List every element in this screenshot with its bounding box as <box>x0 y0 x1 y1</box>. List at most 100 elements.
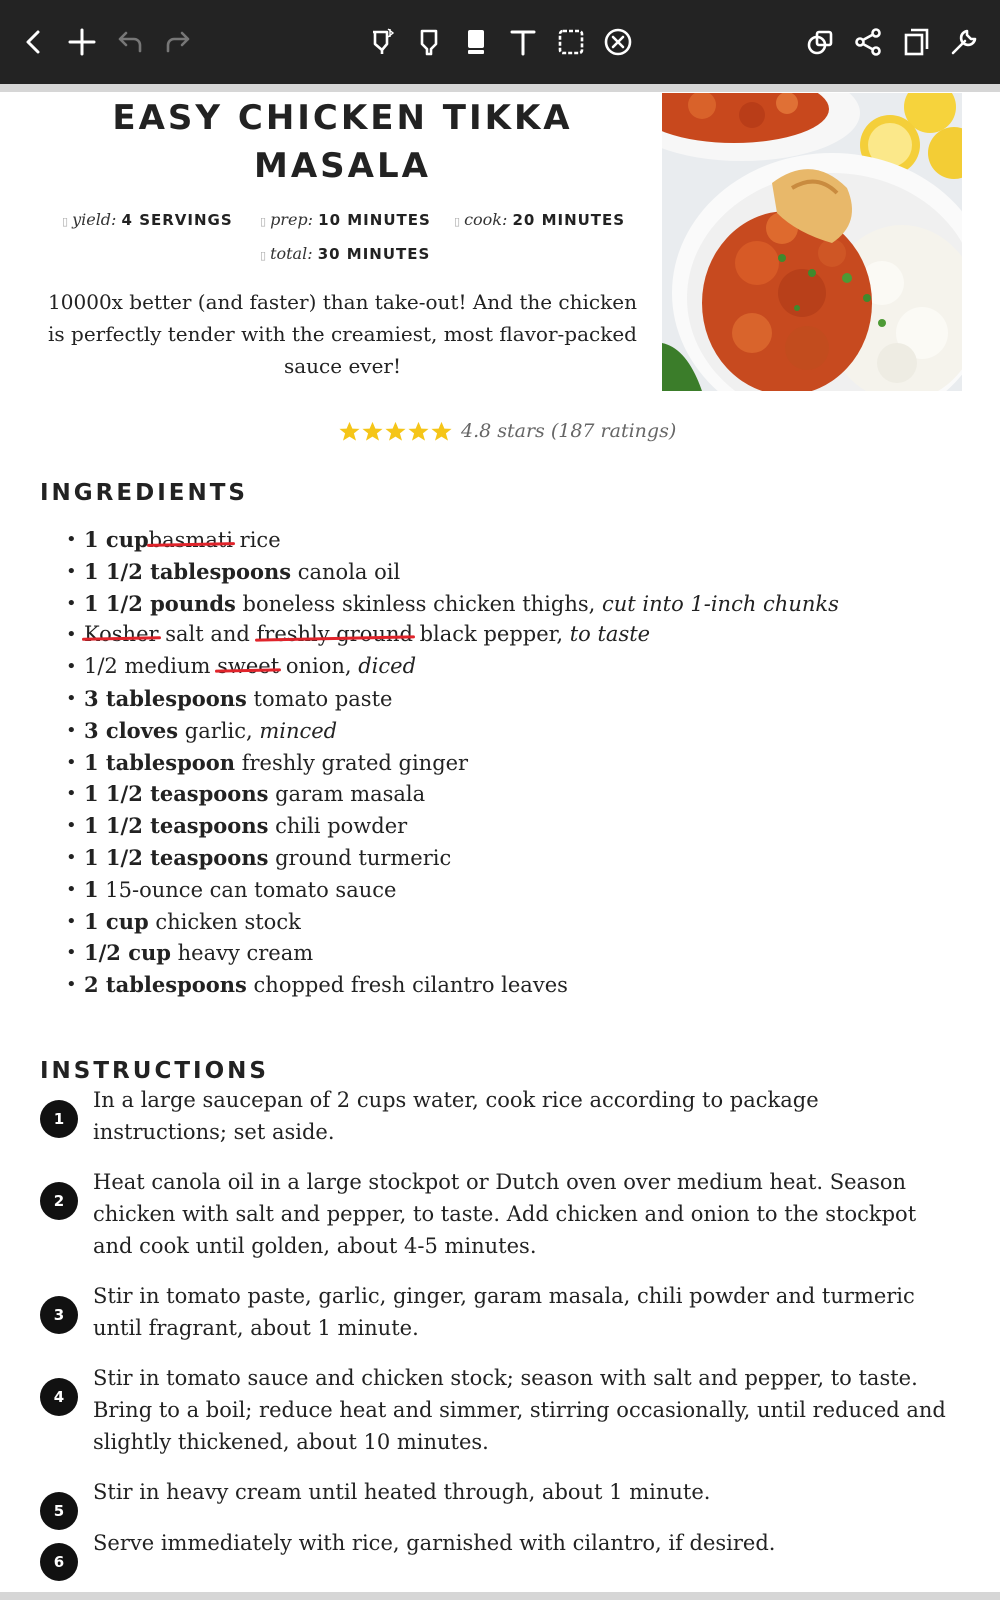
ingredient-text: rice <box>233 528 281 552</box>
page-bottom-edge <box>0 1592 1000 1600</box>
step-text: Stir in tomato sauce and chicken stock; … <box>93 1366 946 1454</box>
ingredient-item: 1/2 cup heavy cream <box>62 937 962 969</box>
ingredient-item: 3 cloves garlic, minced <box>62 715 962 747</box>
ingredient-amount: 1 cup <box>84 908 149 934</box>
ingredient-amount: 1 1/2 teaspoons <box>84 844 269 870</box>
ingredient-text: salt and <box>158 622 257 647</box>
ingredient-text: freshly grated ginger <box>235 750 469 775</box>
back-icon[interactable] <box>14 20 54 64</box>
settings-wrench-icon[interactable] <box>944 20 984 64</box>
star-icon[interactable] <box>338 420 361 443</box>
text-icon[interactable] <box>503 20 543 64</box>
recipe-photo <box>662 93 962 391</box>
ingredient-note: diced <box>358 654 417 679</box>
ingredients-heading: INGREDIENTS <box>40 480 248 506</box>
ingredient-text: ground turmeric <box>268 845 452 870</box>
prep-label: prep: <box>270 210 314 229</box>
pen-bluetooth-icon[interactable] <box>362 20 402 64</box>
chicken-tikka-masala-photo <box>662 93 962 391</box>
ingredient-item: 1 cupbasmati rice <box>62 524 962 556</box>
ingredient-note: cut into 1-inch chunks <box>601 591 839 616</box>
ingredient-text: chopped fresh cilantro leaves <box>246 973 568 998</box>
step-number-badge: 5 <box>40 1492 78 1530</box>
prep-icon: ▯ <box>260 215 267 228</box>
ingredient-text: canola oil <box>291 559 401 584</box>
clear-icon[interactable] <box>598 20 638 64</box>
struck-through-word: sweet <box>217 654 280 679</box>
ingredients-list: 1 cupbasmati rice1 1/2 tablespoons canol… <box>62 524 962 1001</box>
annotation-toolbar <box>0 0 1000 84</box>
step-text: In a large saucepan of 2 cups water, coo… <box>93 1088 819 1144</box>
recipe-title-line1: EASY CHICKEN TIKKA <box>112 98 573 138</box>
step-text: Serve immediately with rice, garnished w… <box>93 1531 776 1555</box>
step-text: Stir in heavy cream until heated through… <box>93 1480 711 1504</box>
total-label: total: <box>270 244 313 263</box>
step-number-badge: 4 <box>40 1378 78 1416</box>
ingredient-text: heavy cream <box>170 941 314 966</box>
ingredient-amount: 2 tablespoons <box>84 972 247 998</box>
ingredient-amount: 1/2 cup <box>84 940 171 966</box>
cook-icon: ▯ <box>454 215 461 228</box>
ingredient-item: 1 15-ounce can tomato sauce <box>62 874 962 906</box>
star-icon[interactable] <box>384 420 407 443</box>
ingredient-amount: 3 cloves <box>84 717 179 743</box>
step-number-badge: 1 <box>40 1100 78 1138</box>
ingredient-item: 1 1/2 teaspoons ground turmeric <box>62 842 962 874</box>
prep-value: 10 MINUTES <box>318 211 431 229</box>
recipe-title: EASY CHICKEN TIKKA MASALA <box>70 94 615 190</box>
add-icon[interactable] <box>62 20 102 64</box>
ingredient-text: chili powder <box>268 814 408 839</box>
total-icon: ▯ <box>260 249 267 262</box>
step-number-badge: 3 <box>40 1296 78 1334</box>
total-value: 30 MINUTES <box>317 245 431 263</box>
pages-icon[interactable] <box>896 20 936 64</box>
eraser-icon[interactable] <box>456 20 496 64</box>
yield-icon: ▯ <box>62 215 69 228</box>
lasso-select-icon[interactable] <box>551 20 591 64</box>
ingredient-text: tomato paste <box>246 686 393 711</box>
ingredient-item: 1 cup chicken stock <box>62 906 962 938</box>
rating[interactable]: 4.8 stars (187 ratings) <box>338 416 676 446</box>
ingredient-item: 1 1/2 teaspoons chili powder <box>62 810 962 842</box>
highlighter-icon[interactable] <box>409 20 449 64</box>
yield-meta: ▯ yield: 4 SERVINGS <box>62 210 233 229</box>
redo-icon[interactable] <box>158 20 198 64</box>
recipe-title-line2: MASALA <box>254 146 431 186</box>
recipe-summary: 10000x better (and faster) than take-out… <box>48 290 637 378</box>
ingredient-amount: 1 1/2 teaspoons <box>84 813 269 839</box>
star-icon[interactable] <box>430 420 453 443</box>
prep-meta: ▯ prep: 10 MINUTES <box>260 210 431 229</box>
step-number-badge: 6 <box>40 1543 78 1581</box>
ingredient-amount: 1 cup <box>84 527 149 552</box>
ingredient-amount: 1 1/2 teaspoons <box>84 781 269 807</box>
struck-through-word: basmati <box>148 528 233 552</box>
shapes-icon[interactable] <box>800 20 840 64</box>
rating-stars[interactable] <box>338 420 453 443</box>
yield-label: yield: <box>72 210 117 229</box>
ingredient-amount: 1 tablespoon <box>84 749 236 775</box>
ingredient-item: 1 1/2 teaspoons garam masala <box>62 778 962 810</box>
step-text: Heat canola oil in a large stockpot or D… <box>93 1170 917 1258</box>
step-text: Stir in tomato paste, garlic, ginger, ga… <box>93 1284 915 1340</box>
ingredient-text: black pepper, <box>412 622 570 647</box>
ingredient-item: 1/2 medium sweet onion, diced <box>62 651 962 683</box>
ingredient-text: onion, <box>279 654 359 679</box>
struck-through-word: Kosher <box>84 622 159 647</box>
ingredient-text: 1/2 medium <box>84 654 218 679</box>
step-number-badge: 2 <box>40 1182 78 1220</box>
ingredient-amount: 1 1/2 pounds <box>84 590 236 616</box>
cook-label: cook: <box>464 210 508 229</box>
ingredient-amount: 3 tablespoons <box>84 685 247 711</box>
share-icon[interactable] <box>848 20 888 64</box>
ingredient-text: garam masala <box>268 782 426 807</box>
ingredient-item: Kosher salt and freshly ground black pep… <box>62 619 962 651</box>
star-icon[interactable] <box>361 420 384 443</box>
undo-icon[interactable] <box>110 20 150 64</box>
ingredient-amount: 1 <box>84 876 99 902</box>
ingredient-text: chicken stock <box>148 909 301 934</box>
star-icon[interactable] <box>407 420 430 443</box>
struck-through-word: freshly ground <box>256 622 413 647</box>
rating-text: 4.8 stars (187 ratings) <box>461 420 677 442</box>
ingredient-note: minced <box>259 718 338 743</box>
ingredient-text: boneless skinless chicken thighs, <box>235 591 602 616</box>
